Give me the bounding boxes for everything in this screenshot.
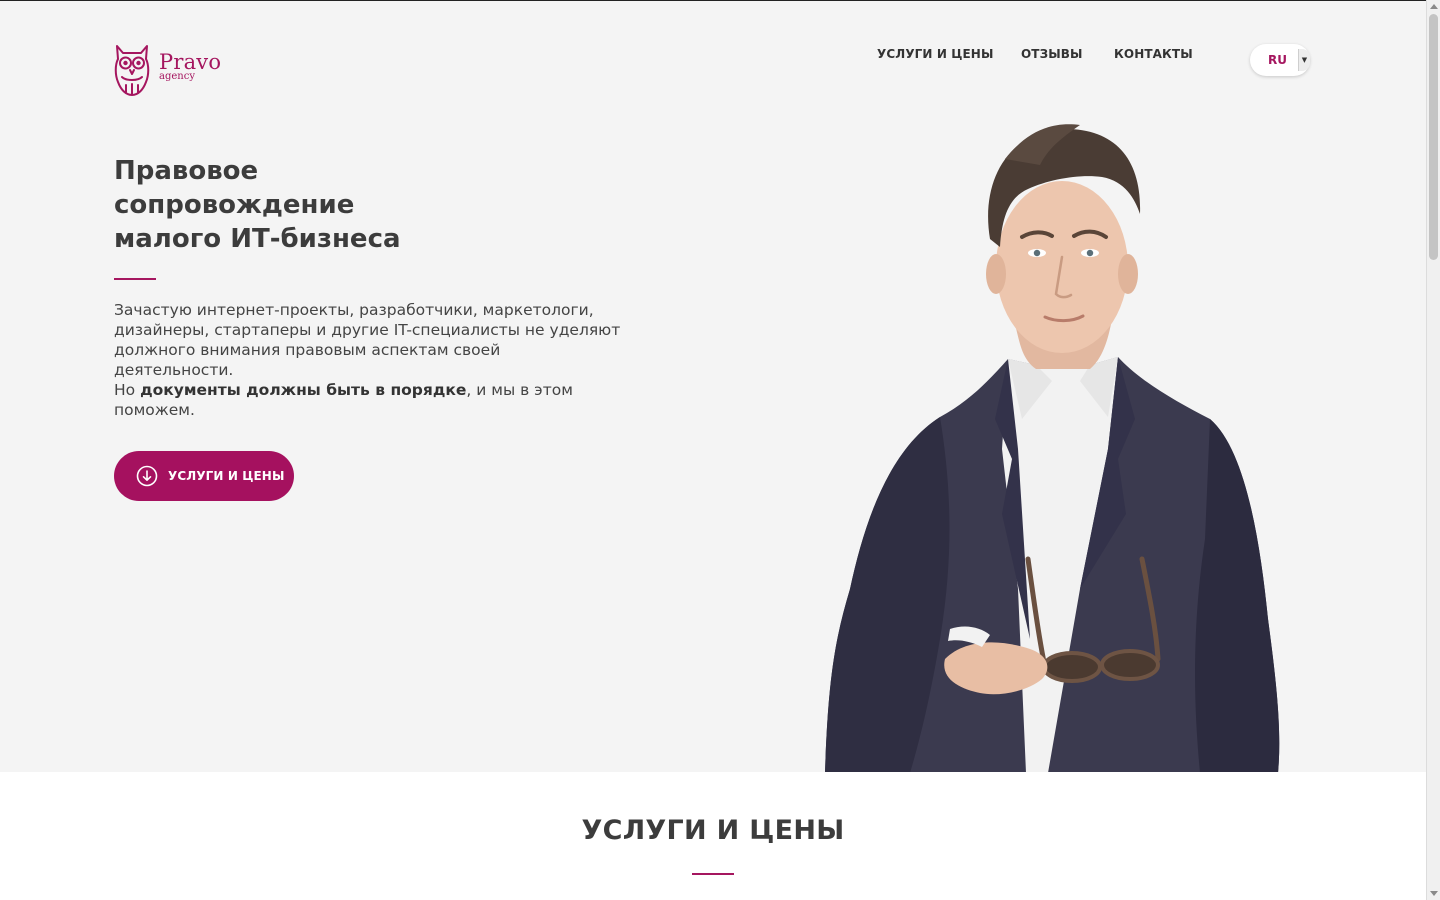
nav-link-reviews[interactable]: ОТЗЫВЫ (1021, 47, 1083, 61)
hero-description: Зачастую интернет-проекты, разработчики,… (114, 300, 624, 420)
nav-link-services[interactable]: УСЛУГИ И ЦЕНЫ (877, 47, 993, 61)
dropdown-arrow-icon: ▼ (1298, 49, 1310, 71)
page-scrollbar[interactable] (1426, 0, 1440, 900)
hero-title-line: Правовое (114, 156, 259, 186)
services-section-title: УСЛУГИ И ЦЕНЫ (581, 815, 845, 846)
title-accent-divider (114, 278, 156, 280)
main-nav: УСЛУГИ И ЦЕНЫ ОТЗЫВЫ КОНТАКТЫ (0, 47, 1426, 67)
man-in-suit-portrait (825, 124, 1280, 772)
scroll-up-arrow-icon[interactable] (1430, 4, 1438, 9)
services-prices-button-label: УСЛУГИ И ЦЕНЫ (168, 469, 285, 483)
scroll-down-arrow-icon[interactable] (1430, 891, 1438, 896)
hero-title-line: малого ИТ-бизнеса (114, 224, 401, 254)
arrow-down-circle-icon (136, 465, 158, 487)
hero-title-line: сопровождение (114, 190, 355, 220)
language-select[interactable]: RU ▼ (1250, 44, 1310, 76)
scrollbar-thumb[interactable] (1429, 14, 1438, 260)
hero-description-text: Зачастую интернет-проекты, разработчики,… (114, 301, 621, 379)
hero-note-bold: документы должны быть в порядке (140, 381, 467, 399)
services-prices-button[interactable]: УСЛУГИ И ЦЕНЫ (114, 451, 294, 501)
nav-link-contacts[interactable]: КОНТАКТЫ (1114, 47, 1193, 61)
hero-section: Pravo agency УСЛУГИ И ЦЕНЫ ОТЗЫВЫ КОНТАК… (0, 1, 1426, 772)
hero-title: Правовое сопровождение малого ИТ-бизнеса (114, 154, 634, 256)
services-section-divider (692, 873, 734, 875)
language-select-value: RU (1268, 53, 1287, 67)
hero-note-prefix: Но (114, 381, 141, 399)
